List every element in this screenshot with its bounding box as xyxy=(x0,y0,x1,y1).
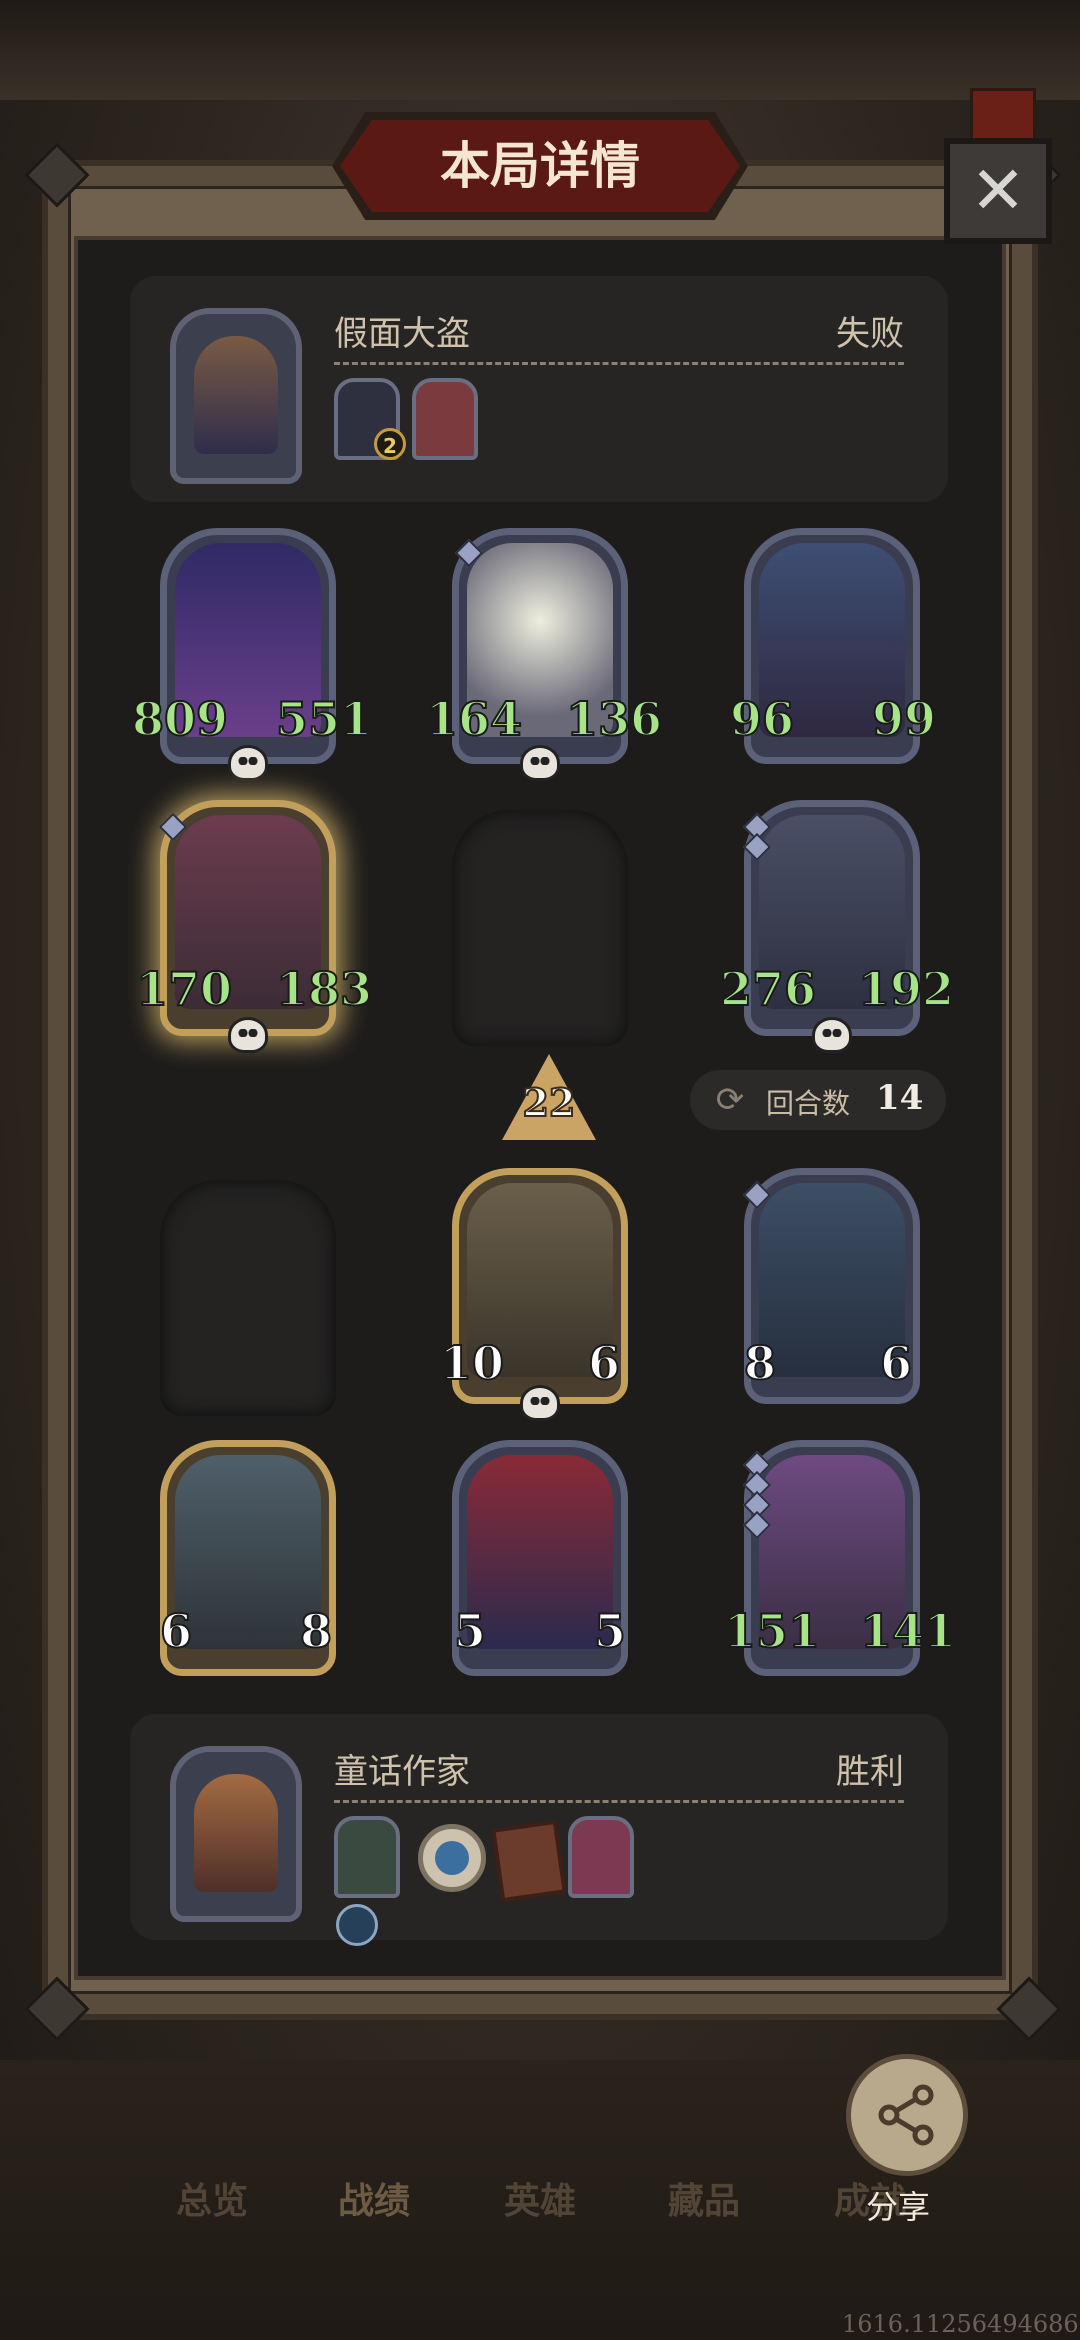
refresh-icon: ⟳ xyxy=(715,1080,745,1120)
player-result: 胜利 xyxy=(836,1752,904,1792)
tab-heroes[interactable]: 英雄 xyxy=(504,2172,576,2224)
round-label: 回合数 xyxy=(766,1087,851,1120)
page-title: 本局详情 xyxy=(440,137,640,195)
share-button[interactable] xyxy=(846,2054,968,2176)
player-panel: 童话作家 胜利 xyxy=(130,1714,948,1946)
opponent-avatar xyxy=(194,336,278,454)
round-value: 14 xyxy=(876,1078,924,1118)
skull-icon xyxy=(520,745,560,781)
player-hero-item[interactable] xyxy=(334,1816,400,1898)
top-shade xyxy=(0,0,1080,100)
empty-slot xyxy=(160,1180,336,1416)
player-portrait[interactable] xyxy=(170,1746,302,1922)
tab-overview[interactable]: 总览 xyxy=(176,2172,248,2224)
round-counter: ⟳ 回合数 14 xyxy=(690,1070,946,1130)
minion-art xyxy=(467,1455,613,1649)
opponent-trinket[interactable] xyxy=(412,378,478,460)
divider xyxy=(334,1800,904,1803)
close-button[interactable]: ✕ xyxy=(944,138,1052,244)
build-id: 1616.11256494686 xyxy=(842,2310,1079,2338)
share-label: 分享 xyxy=(866,2188,931,2226)
opponent-result: 失败 xyxy=(836,314,904,354)
skull-icon xyxy=(228,745,268,781)
player-spell-item[interactable] xyxy=(568,1816,634,1898)
tier-value: 22 xyxy=(522,1079,577,1126)
item-count-badge: 2 xyxy=(374,428,406,460)
player-name: 童话作家 xyxy=(334,1752,470,1792)
close-icon: ✕ xyxy=(970,152,1026,229)
share-icon xyxy=(878,2084,934,2146)
skull-icon xyxy=(520,1385,560,1421)
divider xyxy=(334,362,904,365)
tab-collection[interactable]: 藏品 xyxy=(668,2172,740,2224)
player-book-item[interactable] xyxy=(491,1819,567,1903)
sword-icon xyxy=(336,1904,378,1946)
opponent-panel: 假面大盗 失败 2 xyxy=(130,276,948,502)
opponent-name: 假面大盗 xyxy=(334,314,470,354)
skull-icon xyxy=(812,1017,852,1053)
skull-icon xyxy=(228,1017,268,1053)
opponent-portrait[interactable] xyxy=(170,308,302,484)
player-trinket[interactable] xyxy=(418,1824,486,1892)
tab-record[interactable]: 战绩 xyxy=(338,2172,410,2224)
empty-slot xyxy=(452,810,628,1046)
player-avatar xyxy=(194,1774,278,1892)
